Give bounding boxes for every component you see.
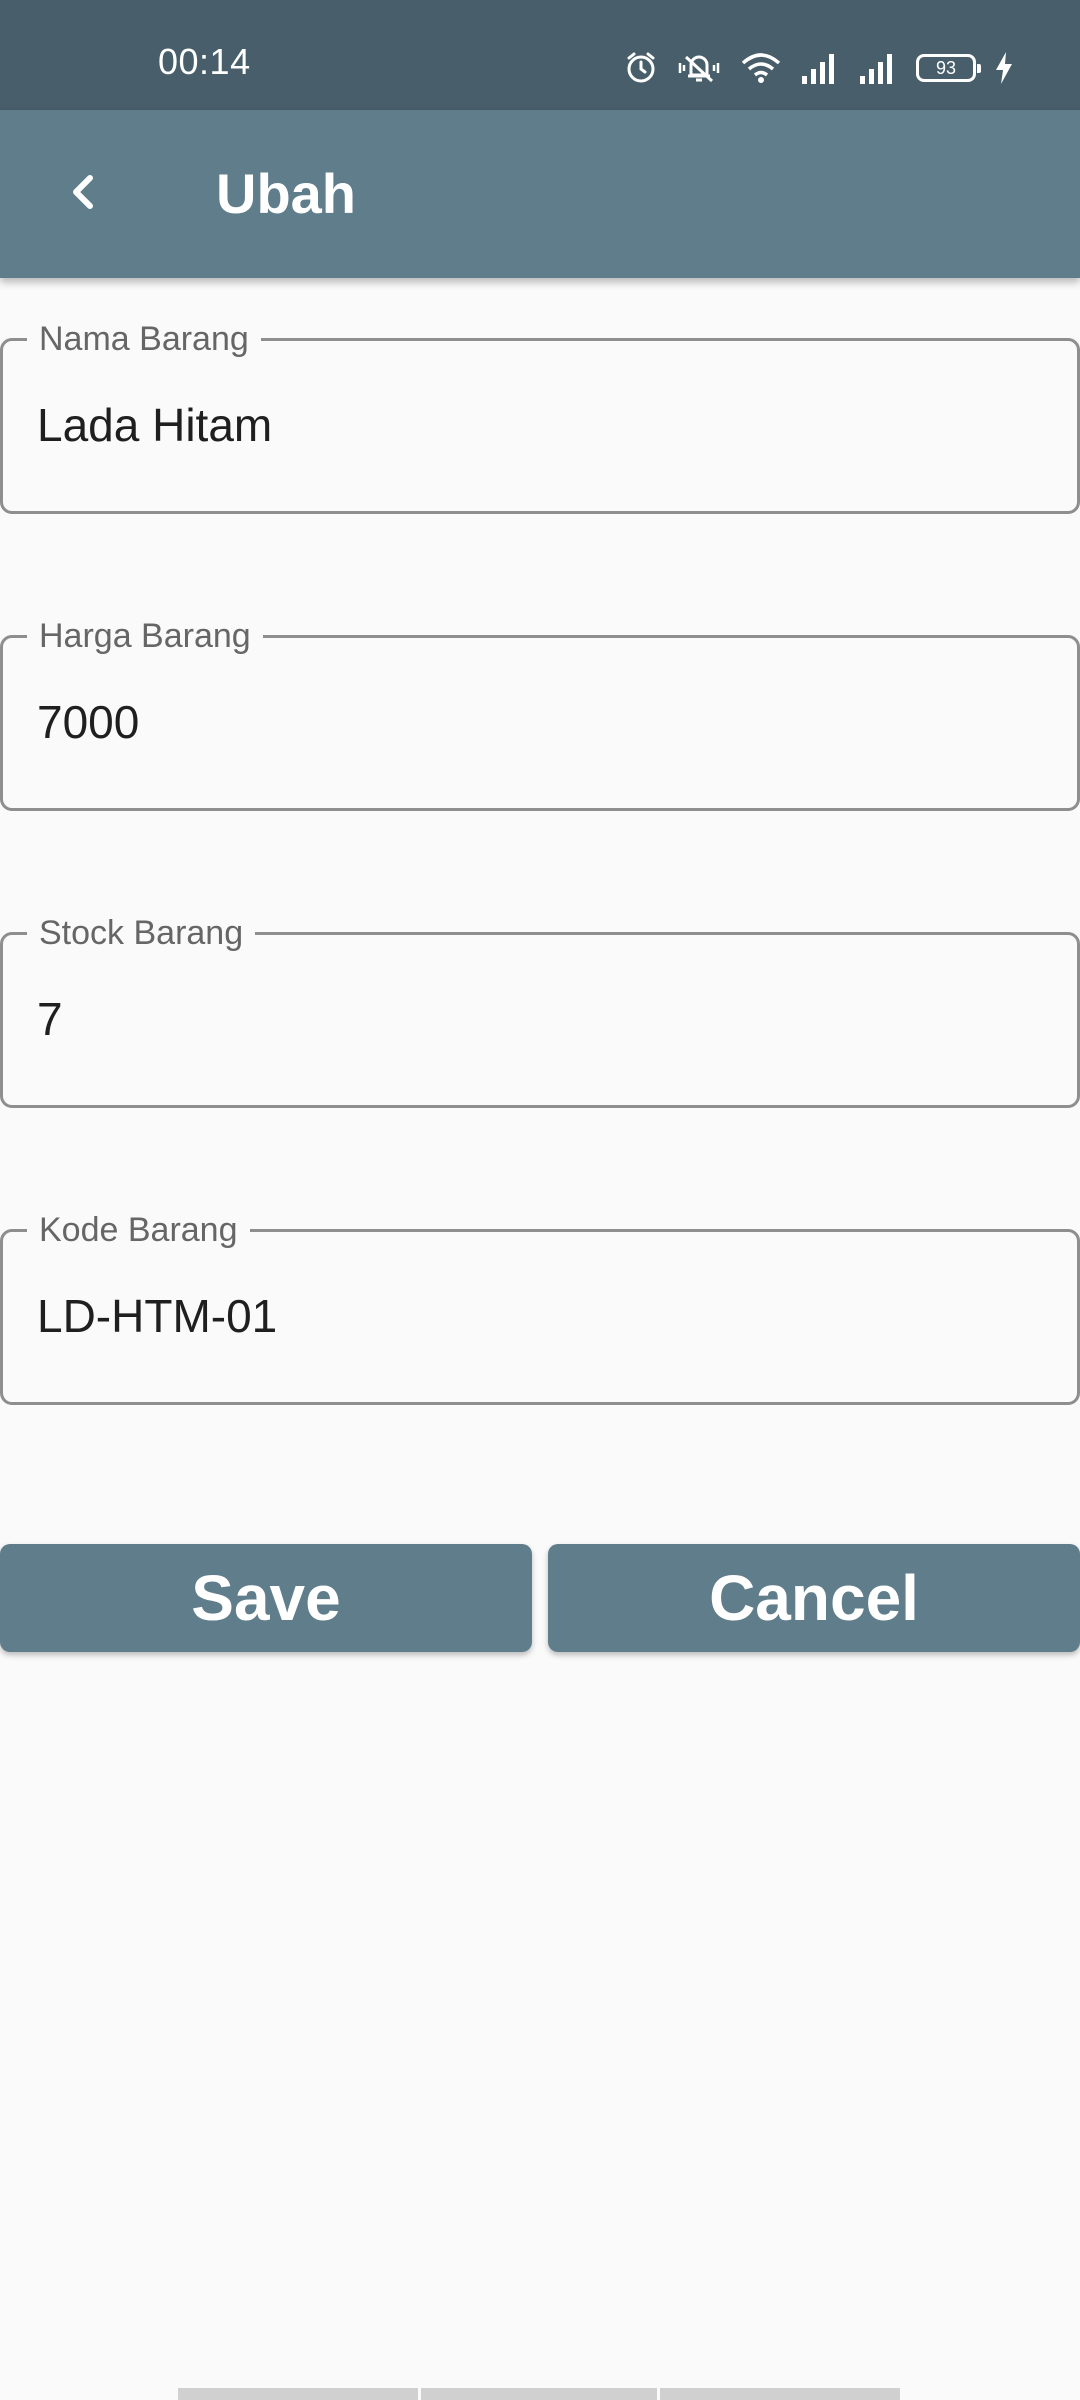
cancel-button[interactable]: Cancel <box>548 1544 1080 1652</box>
wifi-icon <box>740 51 782 85</box>
kode-barang-label: Kode Barang <box>27 1208 250 1252</box>
mute-icon <box>676 51 722 85</box>
charging-icon <box>994 51 1014 85</box>
harga-barang-input[interactable]: 7000 <box>37 692 1043 752</box>
stock-barang-input[interactable]: 7 <box>37 989 1043 1049</box>
stock-barang-field[interactable]: Stock Barang 7 <box>0 911 1080 1108</box>
harga-barang-label: Harga Barang <box>27 614 263 658</box>
status-icons: 93 <box>624 48 1014 88</box>
chevron-left-icon <box>64 170 104 219</box>
status-time: 00:14 <box>158 41 251 82</box>
stock-barang-label: Stock Barang <box>27 911 256 955</box>
gesture-bar-right <box>660 2388 900 2400</box>
signal-icon <box>858 52 898 84</box>
save-button[interactable]: Save <box>0 1544 532 1652</box>
kode-barang-input[interactable]: LD-HTM-01 <box>37 1286 1043 1346</box>
back-button[interactable] <box>44 154 124 234</box>
nama-barang-input[interactable]: Lada Hitam <box>37 395 1043 455</box>
alarm-icon <box>624 51 658 85</box>
kode-barang-field[interactable]: Kode Barang LD-HTM-01 <box>0 1208 1080 1405</box>
nama-barang-label: Nama Barang <box>27 317 261 361</box>
app-bar: Ubah <box>0 110 1080 278</box>
battery-icon: 93 <box>916 54 981 82</box>
edit-item-screen: 00:14 93 Ubah Nama Barang Lada Hitam Har… <box>0 0 1080 2400</box>
harga-barang-field[interactable]: Harga Barang 7000 <box>0 614 1080 811</box>
page-title: Ubah <box>216 162 356 225</box>
nama-barang-field[interactable]: Nama Barang Lada Hitam <box>0 317 1080 514</box>
gesture-bar-left <box>178 2388 418 2400</box>
battery-level: 93 <box>935 58 957 78</box>
status-bar: 00:14 93 <box>0 0 1080 110</box>
gesture-bar-middle <box>421 2388 657 2400</box>
signal-icon <box>800 52 840 84</box>
